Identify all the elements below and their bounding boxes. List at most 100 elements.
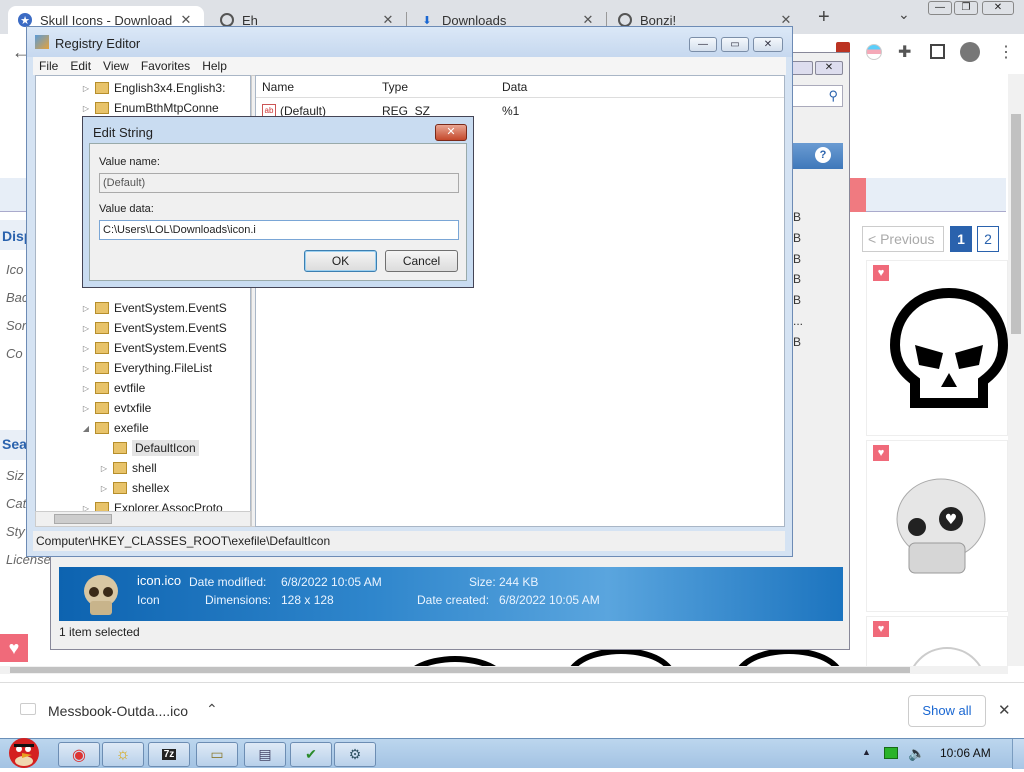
file-icon bbox=[20, 703, 36, 715]
tree-item[interactable]: ▷ shellex bbox=[98, 478, 169, 498]
taskbar-security[interactable]: ✔ bbox=[290, 742, 332, 767]
new-tab-button[interactable]: + bbox=[818, 6, 830, 29]
page-horizontal-scrollbar[interactable] bbox=[0, 666, 1008, 674]
value-data-input[interactable]: C:\Users\LOL\Downloads\icon.i bbox=[99, 220, 459, 240]
expand-arrow-icon[interactable]: ▷ bbox=[98, 484, 110, 493]
sidebar-link-style[interactable]: Sty bbox=[6, 524, 25, 539]
heart-icon[interactable]: ♥ bbox=[873, 445, 889, 461]
show-desktop-button[interactable] bbox=[1012, 739, 1024, 769]
sidebar-link-category[interactable]: Cat bbox=[6, 496, 26, 511]
expand-arrow-icon[interactable]: ▷ bbox=[80, 404, 92, 413]
taskbar-notepad[interactable]: ▤ bbox=[244, 742, 286, 767]
tab-search-button[interactable]: ⌄ bbox=[898, 6, 910, 23]
tree-item[interactable]: ▷ shell bbox=[98, 458, 157, 478]
extension-flag-icon[interactable] bbox=[866, 44, 882, 60]
collapse-arrow-icon[interactable]: ◢ bbox=[80, 424, 92, 433]
column-data[interactable]: Data bbox=[502, 80, 527, 94]
menu-favorites[interactable]: Favorites bbox=[135, 59, 196, 73]
tree-item[interactable]: ▷ EnumBthMtpConne bbox=[80, 98, 219, 118]
tree-item[interactable]: ◢ exefile bbox=[80, 418, 149, 438]
explorer-restore-button[interactable] bbox=[791, 61, 813, 75]
tree-item[interactable]: ▷ English3x4.English3: bbox=[80, 78, 225, 98]
tree-item[interactable]: DefaultIcon bbox=[98, 438, 199, 458]
battery-icon[interactable] bbox=[884, 747, 898, 759]
menu-file[interactable]: File bbox=[33, 59, 64, 73]
taskbar-7zip[interactable]: 7z bbox=[148, 742, 190, 767]
column-type[interactable]: Type bbox=[382, 80, 408, 94]
page-1-button[interactable]: 1 bbox=[950, 226, 972, 252]
sidebar-link-icons[interactable]: Ico bbox=[6, 262, 23, 277]
volume-icon[interactable]: 🔈 bbox=[908, 745, 925, 762]
value-data-label: Value data: bbox=[99, 203, 154, 215]
page-vertical-scrollbar[interactable] bbox=[1008, 74, 1024, 666]
system-clock[interactable]: 10:06 AM bbox=[940, 746, 991, 760]
menu-view[interactable]: View bbox=[97, 59, 135, 73]
previous-page-button[interactable]: < Previous bbox=[862, 226, 944, 252]
white-skull-image: ♥ bbox=[896, 478, 986, 574]
explorer-close-button[interactable]: ✕ bbox=[815, 61, 843, 75]
menu-help[interactable]: Help bbox=[196, 59, 233, 73]
expand-arrow-icon[interactable]: ▷ bbox=[80, 384, 92, 393]
scrollbar-thumb[interactable] bbox=[1011, 114, 1021, 334]
maximize-button[interactable]: ▭ bbox=[721, 37, 749, 52]
sidebar-link-size[interactable]: Siz bbox=[6, 468, 24, 483]
maximize-button[interactable]: ❐ bbox=[954, 1, 978, 15]
menu-edit[interactable]: Edit bbox=[64, 59, 97, 73]
explorer-search-box[interactable]: ⚲ bbox=[791, 85, 843, 107]
ok-button[interactable]: OK bbox=[304, 250, 377, 272]
taskbar: ◉ ☼ 7z ▭ ▤ ✔ ⚙ ▲ 🔈 10:06 AM bbox=[0, 738, 1024, 769]
taskbar-explorer[interactable]: ☼ bbox=[102, 742, 144, 767]
scrollbar-thumb[interactable] bbox=[10, 667, 910, 673]
column-name[interactable]: Name bbox=[262, 80, 294, 94]
tree-horizontal-scrollbar[interactable] bbox=[35, 511, 251, 527]
icon-card[interactable]: ♥ bbox=[866, 260, 1009, 436]
heart-icon[interactable]: ♥ bbox=[873, 621, 889, 637]
expand-arrow-icon[interactable]: ▷ bbox=[80, 324, 92, 333]
help-icon[interactable]: ? bbox=[815, 147, 831, 163]
heart-icon[interactable]: ♥ bbox=[873, 265, 889, 281]
expand-arrow-icon[interactable]: ▷ bbox=[98, 464, 110, 473]
tree-item[interactable]: ▷ Everything.FileList bbox=[80, 358, 212, 378]
cancel-button[interactable]: Cancel bbox=[385, 250, 458, 272]
close-download-bar-button[interactable]: ✕ bbox=[998, 701, 1011, 719]
tree-item[interactable]: ▷ EventSystem.EventS bbox=[80, 338, 227, 358]
sidebar-link-sort[interactable]: Sor bbox=[6, 318, 26, 333]
sidebar-link-color[interactable]: Co bbox=[6, 346, 23, 361]
close-window-button[interactable]: ✕ bbox=[982, 1, 1014, 15]
tree-item[interactable]: ▷ evtxfile bbox=[80, 398, 151, 418]
taskbar-chrome[interactable]: ◉ bbox=[58, 742, 100, 767]
show-all-button[interactable]: Show all bbox=[908, 695, 986, 727]
search-icon[interactable]: ⚲ bbox=[828, 88, 838, 104]
page-2-button[interactable]: 2 bbox=[977, 226, 999, 252]
menu-dots-icon[interactable]: ⋮ bbox=[998, 42, 1014, 62]
profile-avatar[interactable] bbox=[960, 42, 980, 62]
taskbar-regedit[interactable]: ⚙ bbox=[334, 742, 376, 767]
folder-icon bbox=[95, 342, 109, 354]
puzzle-icon[interactable]: ✚ bbox=[898, 42, 911, 62]
minimize-button[interactable]: — bbox=[689, 37, 717, 52]
download-icon: ⬇ bbox=[422, 14, 432, 27]
expand-arrow-icon[interactable]: ▷ bbox=[80, 304, 92, 313]
tree-item[interactable]: ▷ evtfile bbox=[80, 378, 145, 398]
show-hidden-icons-button[interactable]: ▲ bbox=[862, 747, 871, 757]
registry-titlebar[interactable]: Registry Editor — ▭ ✕ bbox=[27, 27, 792, 57]
download-filename[interactable]: Messbook-Outda....ico bbox=[48, 703, 188, 719]
side-panel-icon[interactable] bbox=[930, 44, 945, 59]
dialog-close-button[interactable]: ✕ bbox=[435, 124, 467, 141]
expand-arrow-icon[interactable]: ▷ bbox=[80, 344, 92, 353]
icon-card[interactable]: ♥ ♥ bbox=[866, 440, 1008, 612]
download-options-button[interactable]: ⌃ bbox=[206, 701, 218, 718]
favorite-heart-button[interactable]: ♥ bbox=[0, 634, 28, 662]
close-button[interactable]: ✕ bbox=[753, 37, 783, 52]
scrollbar-thumb[interactable] bbox=[54, 514, 112, 524]
expand-arrow-icon[interactable]: ▷ bbox=[80, 104, 92, 113]
details-modified-label: Date modified: bbox=[189, 575, 267, 589]
taskbar-folder[interactable]: ▭ bbox=[196, 742, 238, 767]
expand-arrow-icon[interactable]: ▷ bbox=[80, 364, 92, 373]
explorer-icon: ☼ bbox=[115, 745, 131, 763]
tree-item[interactable]: ▷ EventSystem.EventS bbox=[80, 298, 227, 318]
expand-arrow-icon[interactable]: ▷ bbox=[80, 84, 92, 93]
tree-item[interactable]: ▷ EventSystem.EventS bbox=[80, 318, 227, 338]
minimize-button[interactable]: — bbox=[928, 1, 952, 15]
start-button[interactable] bbox=[2, 731, 46, 769]
